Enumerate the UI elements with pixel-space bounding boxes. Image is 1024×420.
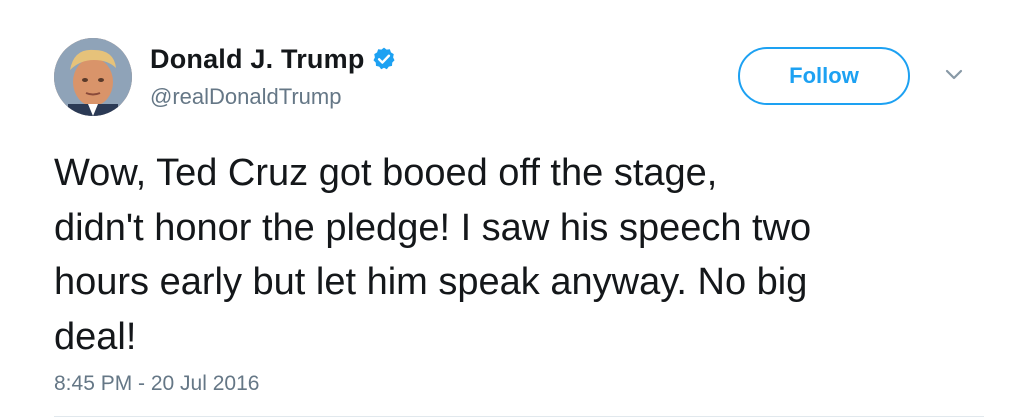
follow-button[interactable]: Follow (738, 47, 910, 105)
verified-badge-icon (371, 46, 397, 72)
divider (54, 416, 984, 417)
tweet-timestamp[interactable]: 8:45 PM - 20 Jul 2016 (54, 372, 259, 396)
avatar[interactable] (54, 38, 132, 116)
display-name[interactable]: Donald J. Trump (150, 44, 365, 75)
chevron-down-icon[interactable] (944, 68, 964, 82)
tweet-card: Donald J. Trump @realDonaldTrump Follow … (0, 0, 1024, 420)
avatar-image (54, 38, 132, 116)
name-row: Donald J. Trump (150, 42, 397, 76)
tweet-text: Wow, Ted Cruz got booed off the stage, d… (54, 152, 812, 358)
user-handle[interactable]: @realDonaldTrump (150, 84, 341, 110)
